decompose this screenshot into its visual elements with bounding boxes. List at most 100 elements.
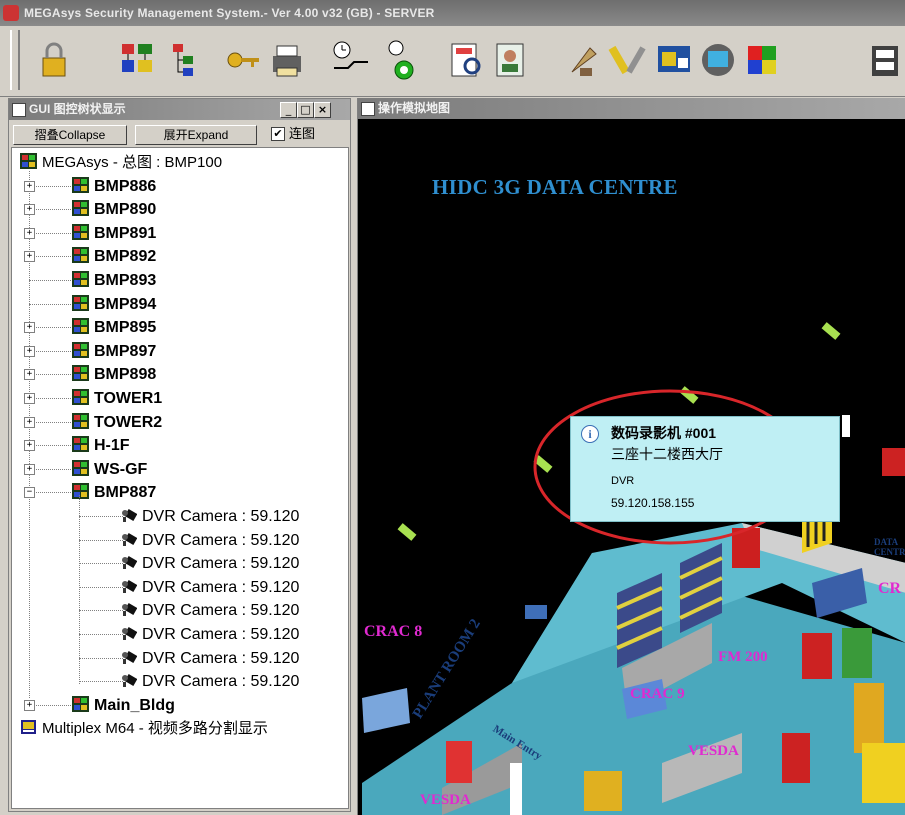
archive-icon[interactable] (862, 38, 905, 82)
tree-node[interactable]: BMP886 (72, 175, 156, 198)
multiplex-node[interactable]: Multiplex M64 - 视频多路分割显示 (20, 717, 268, 740)
camera-icon (120, 554, 138, 570)
tree-chart-icon[interactable] (116, 38, 160, 82)
tree-node-label: BMP898 (94, 366, 157, 384)
report-search-icon[interactable] (444, 38, 488, 82)
expand-toggle[interactable]: + (24, 227, 35, 239)
expand-toggle[interactable]: + (24, 251, 35, 263)
dvr-camera-node[interactable]: DVR Camera : 59.120 (120, 552, 299, 575)
clock-switch-icon[interactable] (374, 38, 418, 82)
close-button[interactable]: × (314, 102, 331, 118)
tree-node[interactable]: BMP898 (72, 363, 156, 386)
camera-icon[interactable] (821, 322, 841, 340)
camera-icon[interactable] (397, 523, 417, 541)
color-grid-icon[interactable] (740, 38, 784, 82)
tree-node[interactable]: BMP895 (72, 316, 156, 339)
tree-connector (29, 185, 73, 187)
expand-toggle[interactable]: + (24, 463, 35, 475)
map-node-icon (72, 318, 89, 335)
dvr-camera-node[interactable]: DVR Camera : 59.120 (120, 670, 299, 693)
tree-connector (79, 563, 123, 565)
expand-button[interactable]: 展开Expand (135, 125, 257, 145)
map-panel-title-bar[interactable]: 操作模拟地图 (358, 98, 905, 119)
collapse-toggle[interactable]: − (24, 487, 35, 499)
cabinet (782, 733, 810, 783)
camera-icon (120, 601, 138, 617)
tree-node-label: WS-GF (94, 460, 148, 478)
tree-connector (79, 634, 123, 635)
tree-connector (79, 681, 123, 683)
vesda-label: VESDA (688, 743, 739, 759)
expand-toggle[interactable]: + (24, 322, 35, 334)
tree-root-label: MEGAsys - 总图 : BMP100 (42, 154, 223, 171)
tree-node[interactable]: BMP894 (72, 293, 156, 316)
vesda-label: VESDA (420, 792, 471, 808)
camera-icon[interactable] (679, 386, 699, 404)
tree-node-label: BMP897 (94, 342, 157, 360)
camera-label: DVR Camera : 59.120 (142, 626, 300, 643)
camera-label: DVR Camera : 59.120 (142, 531, 300, 549)
tree-node[interactable]: BMP887 (72, 481, 156, 504)
collapse-button[interactable]: 摺叠Collapse (13, 125, 127, 145)
cabinet (842, 628, 872, 678)
tree-connector (29, 350, 73, 352)
tree-node[interactable]: Main_Bldg (72, 694, 175, 717)
dvr-camera-node[interactable]: DVR Camera : 59.120 (120, 505, 299, 528)
dvr-camera-node[interactable]: DVR Camera : 59.120 (120, 529, 299, 552)
dvr-camera-node[interactable]: DVR Camera : 59.120 (120, 576, 299, 599)
tree-node[interactable]: BMP892 (72, 245, 156, 268)
window-title-bar[interactable]: MEGAsys Security Management System.- Ver… (0, 0, 905, 26)
printer-icon[interactable] (265, 38, 309, 82)
tree-node[interactable]: TOWER1 (72, 387, 162, 410)
cr-label: CR (878, 580, 902, 597)
tree-node[interactable]: WS-GF (72, 458, 147, 481)
padlock-icon[interactable] (32, 38, 76, 82)
satellite-icon[interactable] (562, 38, 606, 82)
tree-node[interactable]: TOWER2 (72, 411, 162, 434)
maximize-button[interactable]: □ (297, 102, 314, 118)
multiplex-label: Multiplex M64 - 视频多路分割显示 (42, 720, 268, 738)
tree-connector (29, 327, 73, 329)
hierarchy-icon[interactable] (161, 38, 205, 82)
tools-icon[interactable] (607, 38, 651, 82)
expand-toggle[interactable]: + (24, 416, 35, 428)
camera-label: DVR Camera : 59.120 (142, 649, 300, 667)
expand-toggle[interactable]: + (24, 699, 35, 711)
map-node-icon (72, 483, 89, 500)
expand-toggle[interactable]: + (24, 393, 35, 404)
tree-node[interactable]: BMP893 (72, 269, 156, 292)
map-node-icon (72, 223, 89, 240)
tree-node[interactable]: BMP897 (72, 340, 156, 363)
floor-map[interactable]: HIDC 3G DATA CENTRE CRAC 8 CRAC 9 FM 200… (362, 123, 905, 815)
user-report-icon[interactable] (489, 38, 533, 82)
map-settings-icon[interactable] (652, 38, 696, 82)
map-node-icon (72, 176, 89, 193)
window-title: MEGAsys Security Management System.- Ver… (24, 6, 435, 20)
map-node-icon (72, 695, 89, 712)
expand-toggle[interactable]: + (24, 345, 35, 357)
dvr-camera-node[interactable]: DVR Camera : 59.120 (120, 623, 299, 646)
clock-schedule-icon[interactable] (330, 38, 374, 82)
tree-node[interactable]: BMP890 (72, 198, 156, 221)
keys-icon[interactable] (221, 38, 265, 82)
expand-toggle[interactable]: + (24, 440, 35, 452)
tree-connector (29, 209, 73, 211)
link-map-checkbox[interactable]: ✔ (271, 127, 285, 141)
dvr-camera-node[interactable]: DVR Camera : 59.120 (120, 647, 299, 670)
expand-toggle[interactable]: + (24, 369, 35, 381)
toolbar-grip[interactable] (10, 30, 20, 90)
tree-panel-title-bar[interactable]: GUI 图控树状显示 _ □ × (9, 99, 350, 120)
dvr-camera-node[interactable]: DVR Camera : 59.120 (120, 599, 299, 622)
tree-root[interactable]: MEGAsys - 总图 : BMP100 (20, 151, 222, 174)
tree-connector (29, 704, 73, 706)
cabinet (882, 448, 905, 476)
monitor-icon[interactable] (696, 38, 740, 82)
tree-node[interactable]: H-1F (72, 434, 130, 457)
expand-toggle[interactable]: + (24, 180, 35, 192)
tree-node[interactable]: BMP891 (72, 222, 156, 245)
device-tree[interactable]: MEGAsys - 总图 : BMP100 + BMP886 + BMP890 + BMP… (11, 147, 349, 809)
map-node-icon (72, 247, 89, 264)
expand-toggle[interactable]: + (24, 204, 35, 216)
minimize-button[interactable]: _ (280, 102, 297, 118)
main-toolbar (0, 26, 905, 97)
